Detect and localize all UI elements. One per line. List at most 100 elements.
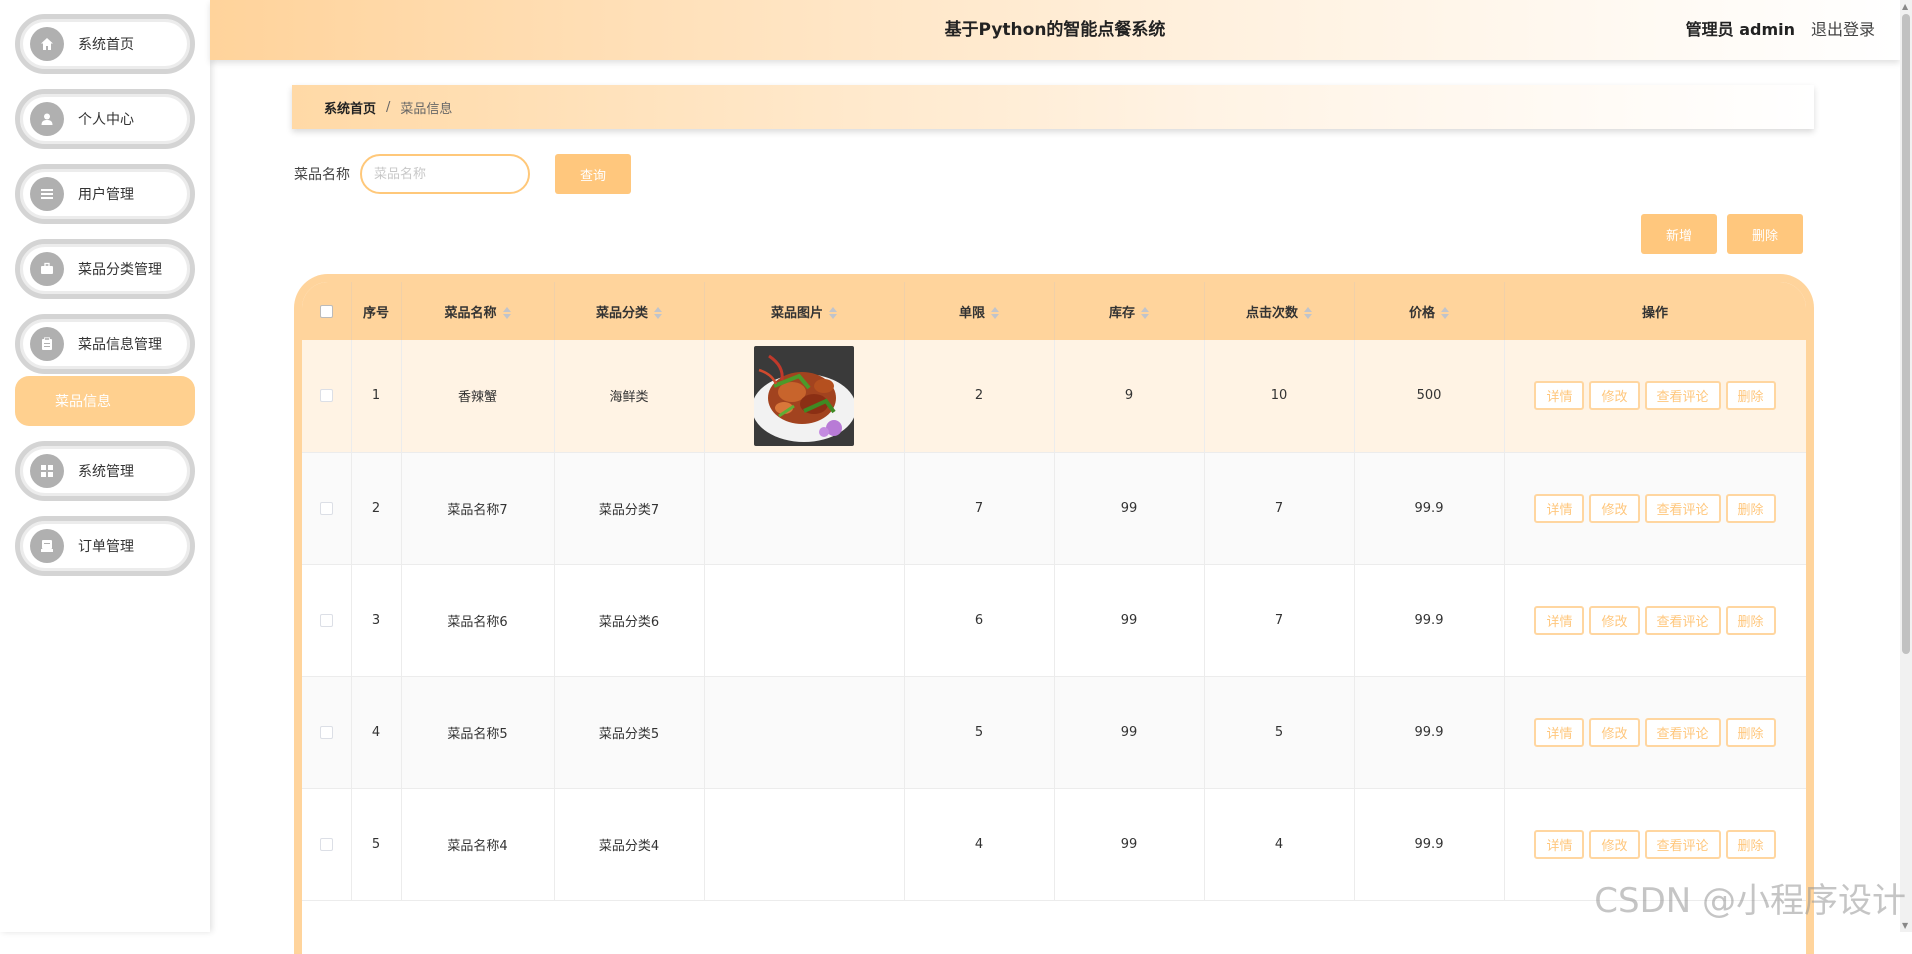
delete-button[interactable]: 删除 bbox=[1726, 830, 1776, 859]
sidebar-item-system[interactable]: 系统管理 bbox=[15, 441, 195, 501]
logout-link[interactable]: 退出登录 bbox=[1811, 0, 1875, 60]
sidebar-item-orders[interactable]: 订单管理 bbox=[15, 516, 195, 576]
edit-button[interactable]: 修改 bbox=[1589, 606, 1639, 635]
cell-no: 3 bbox=[351, 564, 401, 676]
list-icon bbox=[30, 177, 64, 211]
delete-button[interactable]: 删除 bbox=[1726, 606, 1776, 635]
scroll-down-icon[interactable]: ▼ bbox=[1902, 921, 1908, 930]
detail-button[interactable]: 详情 bbox=[1534, 606, 1584, 635]
table-row[interactable]: 2菜品名称7菜品分类7799799.9详情修改查看评论删除 bbox=[302, 452, 1806, 564]
sidebar-item-profile[interactable]: 个人中心 bbox=[15, 89, 195, 149]
column-header-clicks[interactable]: 点击次数 bbox=[1204, 282, 1354, 340]
cell-price: 500 bbox=[1354, 340, 1504, 452]
detail-button[interactable]: 详情 bbox=[1534, 381, 1584, 410]
cell-name: 菜品名称5 bbox=[401, 676, 554, 788]
column-header-actions: 操作 bbox=[1504, 282, 1806, 340]
sidebar: 系统首页 个人中心 用户管理 菜品分类管理 菜品信息管理 菜品信息 系统管理 bbox=[0, 0, 210, 932]
delete-button[interactable]: 删除 bbox=[1726, 494, 1776, 523]
scrollbar-thumb[interactable] bbox=[1902, 14, 1910, 654]
view-comments-button[interactable]: 查看评论 bbox=[1645, 494, 1721, 523]
sort-icon[interactable] bbox=[1141, 307, 1149, 319]
user-icon bbox=[30, 102, 64, 136]
cell-category: 菜品分类5 bbox=[554, 676, 704, 788]
cell-price: 99.9 bbox=[1354, 452, 1504, 564]
detail-button[interactable]: 详情 bbox=[1534, 494, 1584, 523]
column-header-image[interactable]: 菜品图片 bbox=[704, 282, 904, 340]
cell-category: 菜品分类4 bbox=[554, 788, 704, 900]
dish-name-search-input[interactable] bbox=[360, 154, 530, 194]
select-all-checkbox[interactable] bbox=[320, 305, 333, 318]
sort-icon[interactable] bbox=[991, 307, 999, 319]
edit-button[interactable]: 修改 bbox=[1589, 381, 1639, 410]
sort-icon[interactable] bbox=[654, 307, 662, 319]
column-header-category[interactable]: 菜品分类 bbox=[554, 282, 704, 340]
cell-clicks: 5 bbox=[1204, 676, 1354, 788]
row-actions: 详情修改查看评论删除 bbox=[1505, 606, 1806, 635]
cell-clicks: 4 bbox=[1204, 788, 1354, 900]
sidebar-item-dish-category[interactable]: 菜品分类管理 bbox=[15, 239, 195, 299]
cell-no: 2 bbox=[351, 452, 401, 564]
cell-image bbox=[704, 676, 904, 788]
sidebar-subitem-dish-info[interactable]: 菜品信息 bbox=[15, 376, 195, 426]
breadcrumb: 系统首页 / 菜品信息 bbox=[292, 85, 1814, 129]
view-comments-button[interactable]: 查看评论 bbox=[1645, 381, 1721, 410]
view-comments-button[interactable]: 查看评论 bbox=[1645, 606, 1721, 635]
column-header-name[interactable]: 菜品名称 bbox=[401, 282, 554, 340]
search-label: 菜品名称 bbox=[294, 164, 350, 184]
column-header-label: 单限 bbox=[959, 306, 985, 321]
row-checkbox[interactable] bbox=[320, 502, 333, 515]
cell-price: 99.9 bbox=[1354, 564, 1504, 676]
cell-category: 菜品分类6 bbox=[554, 564, 704, 676]
cell-limit: 7 bbox=[904, 452, 1054, 564]
row-checkbox[interactable] bbox=[320, 389, 333, 402]
query-button[interactable]: 查询 bbox=[555, 154, 631, 194]
row-checkbox[interactable] bbox=[320, 838, 333, 851]
cell-clicks: 7 bbox=[1204, 564, 1354, 676]
edit-button[interactable]: 修改 bbox=[1589, 494, 1639, 523]
add-button[interactable]: 新增 bbox=[1641, 214, 1717, 254]
clipboard-icon bbox=[30, 327, 64, 361]
sort-icon[interactable] bbox=[1441, 307, 1449, 319]
detail-button[interactable]: 详情 bbox=[1534, 830, 1584, 859]
column-header-label: 菜品图片 bbox=[771, 306, 823, 321]
sort-icon[interactable] bbox=[829, 307, 837, 319]
dish-table: 序号 菜品名称 菜品分类 菜品图片 单限 库存 点击次数 价格 操作 1香辣蟹海… bbox=[294, 274, 1814, 954]
cell-clicks: 7 bbox=[1204, 452, 1354, 564]
table-row[interactable]: 5菜品名称4菜品分类4499499.9详情修改查看评论删除 bbox=[302, 788, 1806, 900]
detail-button[interactable]: 详情 bbox=[1534, 718, 1584, 747]
table-row[interactable]: 1香辣蟹海鲜类2910500详情修改查看评论删除 bbox=[302, 340, 1806, 452]
column-header-price[interactable]: 价格 bbox=[1354, 282, 1504, 340]
delete-button[interactable]: 删除 bbox=[1726, 718, 1776, 747]
table-row[interactable]: 3菜品名称6菜品分类6699799.9详情修改查看评论删除 bbox=[302, 564, 1806, 676]
view-comments-button[interactable]: 查看评论 bbox=[1645, 718, 1721, 747]
delete-button[interactable]: 删除 bbox=[1726, 381, 1776, 410]
page-scrollbar[interactable]: ▲ ▼ bbox=[1900, 0, 1912, 932]
sidebar-item-dish-info[interactable]: 菜品信息管理 bbox=[15, 314, 195, 374]
table-row[interactable]: 4菜品名称5菜品分类5599599.9详情修改查看评论删除 bbox=[302, 676, 1806, 788]
row-checkbox[interactable] bbox=[320, 614, 333, 627]
cell-actions: 详情修改查看评论删除 bbox=[1504, 676, 1806, 788]
row-actions: 详情修改查看评论删除 bbox=[1505, 718, 1806, 747]
column-header-label: 序号 bbox=[363, 306, 389, 321]
scroll-up-icon[interactable]: ▲ bbox=[1902, 2, 1908, 11]
watermark: CSDN @小程序设计 bbox=[1594, 873, 1906, 922]
column-header-limit[interactable]: 单限 bbox=[904, 282, 1054, 340]
column-header-stock[interactable]: 库存 bbox=[1054, 282, 1204, 340]
sidebar-item-home[interactable]: 系统首页 bbox=[15, 14, 195, 74]
row-select-cell bbox=[302, 340, 351, 452]
cell-stock: 99 bbox=[1054, 676, 1204, 788]
cell-image bbox=[704, 452, 904, 564]
column-header-label: 操作 bbox=[1642, 306, 1668, 321]
batch-delete-button[interactable]: 删除 bbox=[1727, 214, 1803, 254]
breadcrumb-home[interactable]: 系统首页 bbox=[324, 98, 376, 117]
view-comments-button[interactable]: 查看评论 bbox=[1645, 830, 1721, 859]
row-checkbox[interactable] bbox=[320, 726, 333, 739]
column-header-label: 菜品名称 bbox=[444, 306, 496, 321]
row-select-cell bbox=[302, 564, 351, 676]
sort-icon[interactable] bbox=[503, 307, 511, 319]
cell-actions: 详情修改查看评论删除 bbox=[1504, 340, 1806, 452]
edit-button[interactable]: 修改 bbox=[1589, 718, 1639, 747]
sort-icon[interactable] bbox=[1304, 307, 1312, 319]
edit-button[interactable]: 修改 bbox=[1589, 830, 1639, 859]
sidebar-item-users[interactable]: 用户管理 bbox=[15, 164, 195, 224]
